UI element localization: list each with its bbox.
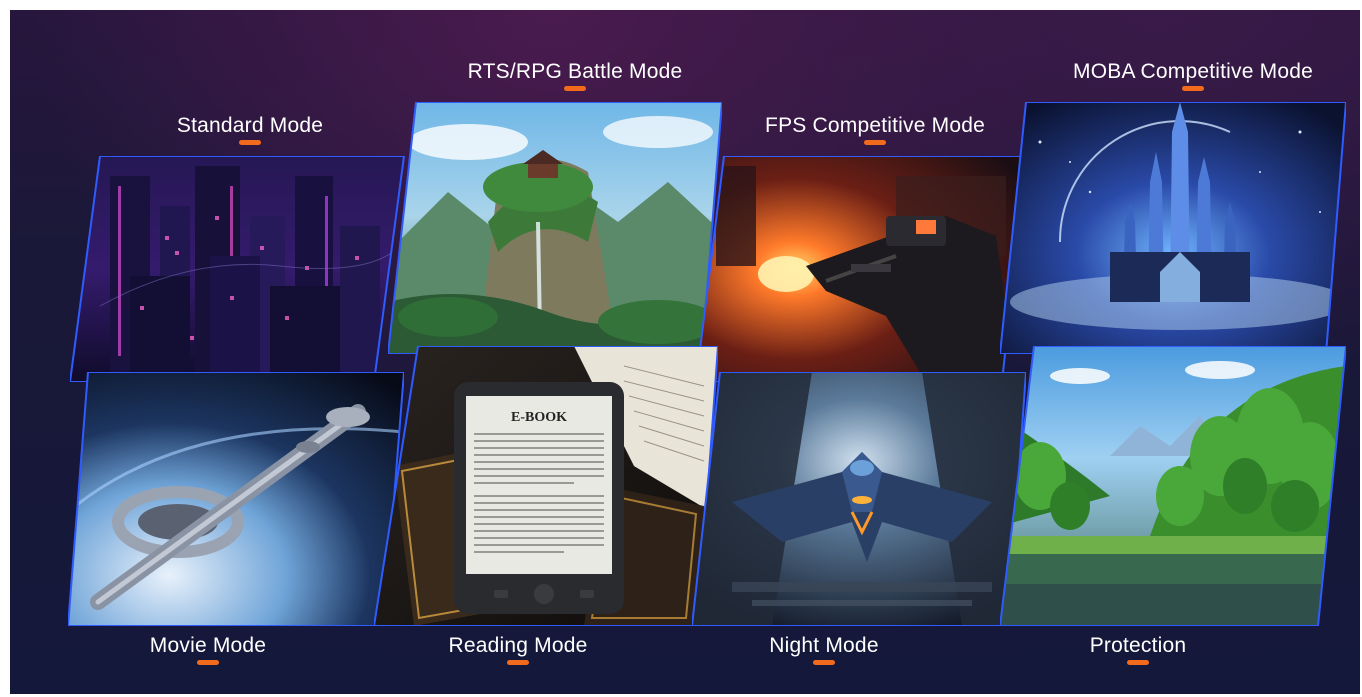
reading-mode-label: Reading Mode xyxy=(448,634,588,657)
movie-mode-label: Movie Mode xyxy=(149,634,267,657)
spaceship-image xyxy=(692,372,1026,626)
night-mode-label: Night Mode xyxy=(769,634,879,657)
fps-gun-image xyxy=(696,156,1026,382)
protection-label: Protection xyxy=(1089,634,1187,657)
movie-mode-underline xyxy=(197,660,219,665)
reading-mode-underline xyxy=(507,660,529,665)
night-mode-panel[interactable] xyxy=(692,372,1026,626)
protection-underline xyxy=(1127,660,1149,665)
standard-mode-panel[interactable] xyxy=(70,156,406,382)
standard-mode-underline xyxy=(239,140,261,145)
movie-mode-panel[interactable] xyxy=(68,372,404,626)
rts-rpg-battle-mode-panel[interactable] xyxy=(388,102,722,354)
moba-competitive-mode-panel[interactable] xyxy=(1000,102,1346,354)
moba-competitive-mode-label: MOBA Competitive Mode xyxy=(1073,60,1313,83)
ebook-reader-image: E-BOOK xyxy=(374,346,718,626)
forest-lake-image xyxy=(1000,346,1346,626)
rts-rpg-battle-mode-underline xyxy=(564,86,586,91)
moba-competitive-mode-underline xyxy=(1182,86,1204,91)
fps-competitive-mode-panel[interactable] xyxy=(696,156,1026,382)
rts-rpg-battle-mode-label: RTS/RPG Battle Mode xyxy=(467,60,683,83)
standard-mode-label: Standard Mode xyxy=(176,114,324,137)
night-mode-underline xyxy=(813,660,835,665)
space-station-image xyxy=(68,372,404,626)
fantasy-landscape-image xyxy=(388,102,722,354)
reading-mode-panel[interactable]: E-BOOK xyxy=(374,346,718,626)
ebook-title: E-BOOK xyxy=(511,410,567,425)
protection-panel[interactable] xyxy=(1000,346,1346,626)
fantasy-castle-image xyxy=(1000,102,1346,354)
fps-competitive-mode-underline xyxy=(864,140,886,145)
fps-competitive-mode-label: FPS Competitive Mode xyxy=(765,114,985,137)
cyberpunk-city-image xyxy=(70,156,406,382)
mode-gallery: E-BOOK Standard Mode RTS/RPG Battle Mode… xyxy=(10,10,1360,694)
